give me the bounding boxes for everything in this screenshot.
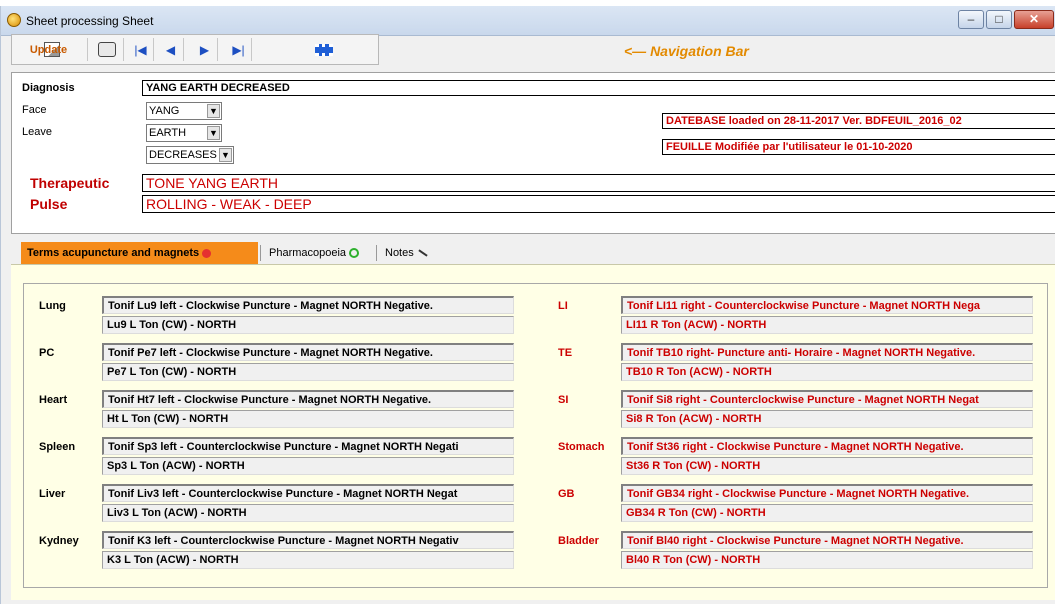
tab-label: Pharmacopoeia — [269, 247, 347, 259]
point-summary[interactable]: Pe7 L Ton (CW) - NORTH — [102, 363, 514, 381]
point-description[interactable]: Tonif Liv3 left - Counterclockwise Punct… — [102, 484, 514, 502]
minimize-button[interactable]: – — [958, 10, 984, 29]
next-record-button[interactable]: ▶ — [192, 38, 218, 61]
maximize-button[interactable]: □ — [986, 10, 1012, 29]
face-label: Face — [22, 104, 47, 116]
organ-label: LI — [558, 300, 568, 312]
close-button[interactable]: ✕ — [1014, 10, 1054, 29]
next-icon: ▶ — [199, 42, 210, 57]
diagnosis-form: Diagnosis YANG EARTH DECREASED Face YANG… — [11, 72, 1055, 234]
point-description[interactable]: Tonif K3 left - Counterclockwise Punctur… — [102, 531, 514, 549]
pulse-label: Pulse — [30, 196, 68, 212]
organ-label: Liver — [39, 488, 66, 500]
organ-label: Kydney — [39, 535, 79, 547]
diagnosis-field[interactable]: YANG EARTH DECREASED — [142, 80, 1055, 96]
update-label: Update — [29, 43, 68, 56]
therapeutic-field[interactable]: TONE YANG EARTH — [142, 174, 1055, 192]
ring-icon — [349, 248, 360, 259]
organ-label: SI — [558, 394, 569, 406]
point-summary[interactable]: GB34 R Ton (CW) - NORTH — [621, 504, 1033, 522]
previous-record-button[interactable]: ◀ — [158, 38, 184, 61]
acupuncture-panel: Lung Tonif Lu9 left - Clockwise Puncture… — [11, 264, 1055, 600]
leave-value: EARTH — [149, 127, 187, 139]
points-group: Lung Tonif Lu9 left - Clockwise Puncture… — [23, 283, 1048, 588]
face-value: YANG — [149, 105, 180, 117]
title-bar: Sheet processing Sheet – □ ✕ — [1, 6, 1055, 36]
tab-acupuncture-magnets[interactable]: Terms acupuncture and magnets — [21, 242, 258, 264]
tab-notes[interactable]: Notes — [376, 242, 435, 264]
organ-label: GB — [558, 488, 575, 500]
therapeutic-label: Therapeutic — [30, 175, 110, 191]
tab-pharmacopoeia[interactable]: Pharmacopoeia — [260, 242, 373, 264]
pulse-field[interactable]: ROLLING - WEAK - DEEP — [142, 195, 1055, 213]
point-summary[interactable]: K3 L Ton (ACW) - NORTH — [102, 551, 514, 569]
leave-label: Leave — [22, 126, 52, 138]
direction-select[interactable]: DECREASES ▼ — [146, 146, 234, 164]
window-title: Sheet processing Sheet — [26, 14, 154, 28]
film-strip-icon — [315, 43, 333, 56]
point-summary[interactable]: Bl40 R Ton (CW) - NORTH — [621, 551, 1033, 569]
organ-label: Bladder — [558, 535, 599, 547]
previous-icon: ◀ — [165, 42, 176, 57]
organ-label: Heart — [39, 394, 68, 406]
pin-icon — [202, 248, 212, 258]
leave-select[interactable]: EARTH ▼ — [146, 124, 222, 142]
last-icon: ▶| — [232, 42, 245, 57]
chevron-down-icon[interactable]: ▼ — [207, 126, 220, 140]
point-summary[interactable]: TB10 R Ton (ACW) - NORTH — [621, 363, 1033, 381]
point-summary[interactable]: Sp3 L Ton (ACW) - NORTH — [102, 457, 514, 475]
organ-label: PC — [39, 347, 55, 359]
point-description[interactable]: Tonif Bl40 right - Clockwise Puncture - … — [621, 531, 1033, 549]
tab-bar: Terms acupuncture and magnets Pharmacopo… — [11, 238, 431, 264]
face-select[interactable]: YANG ▼ — [146, 102, 222, 120]
pen-icon — [418, 249, 428, 257]
navigation-toolbar: Update |◀ ◀ ▶ ▶| — [11, 34, 379, 65]
navigation-bar-note: <— Navigation Bar — [624, 43, 749, 59]
first-icon: |◀ — [134, 42, 147, 57]
first-record-button[interactable]: |◀ — [128, 38, 154, 61]
organ-label: Stomach — [558, 441, 605, 453]
app-window: Sheet processing Sheet – □ ✕ Update |◀ ◀… — [0, 6, 1055, 604]
database-info: DATEBASE loaded on 28-11-2017 Ver. BDFEU… — [662, 113, 1055, 129]
point-description[interactable]: Tonif Si8 right - Counterclockwise Punct… — [621, 390, 1033, 408]
point-description[interactable]: Tonif Lu9 left - Clockwise Puncture - Ma… — [102, 296, 514, 314]
notes-toolbar-button[interactable] — [90, 38, 124, 61]
direction-value: DECREASES — [149, 149, 217, 161]
tab-label: Notes — [385, 247, 414, 259]
modified-info: FEUILLE Modifiée par l'utilisateur le 01… — [662, 139, 1055, 155]
chevron-down-icon[interactable]: ▼ — [219, 148, 232, 162]
organ-label: Lung — [39, 300, 66, 312]
update-button[interactable]: Update — [16, 38, 88, 61]
point-summary[interactable]: Lu9 L Ton (CW) - NORTH — [102, 316, 514, 334]
diagnosis-label: Diagnosis — [22, 82, 75, 94]
point-description[interactable]: Tonif GB34 right - Clockwise Puncture - … — [621, 484, 1033, 502]
point-description[interactable]: Tonif St36 right - Clockwise Puncture - … — [621, 437, 1033, 455]
chevron-down-icon[interactable]: ▼ — [207, 104, 220, 118]
point-description[interactable]: Tonif Ht7 left - Clockwise Puncture - Ma… — [102, 390, 514, 408]
point-summary[interactable]: Liv3 L Ton (ACW) - NORTH — [102, 504, 514, 522]
point-description[interactable]: Tonif TB10 right- Puncture anti- Horaire… — [621, 343, 1033, 361]
point-summary[interactable]: LI11 R Ton (ACW) - NORTH — [621, 316, 1033, 334]
point-description[interactable]: Tonif Sp3 left - Counterclockwise Punctu… — [102, 437, 514, 455]
point-summary[interactable]: Si8 R Ton (ACW) - NORTH — [621, 410, 1033, 428]
organ-label: Spleen — [39, 441, 76, 453]
speech-note-icon — [97, 42, 116, 57]
app-icon — [7, 13, 21, 27]
point-summary[interactable]: Ht L Ton (CW) - NORTH — [102, 410, 514, 428]
point-description[interactable]: Tonif Pe7 left - Clockwise Puncture - Ma… — [102, 343, 514, 361]
point-summary[interactable]: St36 R Ton (CW) - NORTH — [621, 457, 1033, 475]
tab-label: Terms acupuncture and magnets — [27, 247, 200, 259]
last-record-button[interactable]: ▶| — [226, 38, 252, 61]
view-records-button[interactable] — [308, 38, 340, 61]
point-description[interactable]: Tonif LI11 right - Counterclockwise Punc… — [621, 296, 1033, 314]
organ-label: TE — [558, 347, 573, 359]
